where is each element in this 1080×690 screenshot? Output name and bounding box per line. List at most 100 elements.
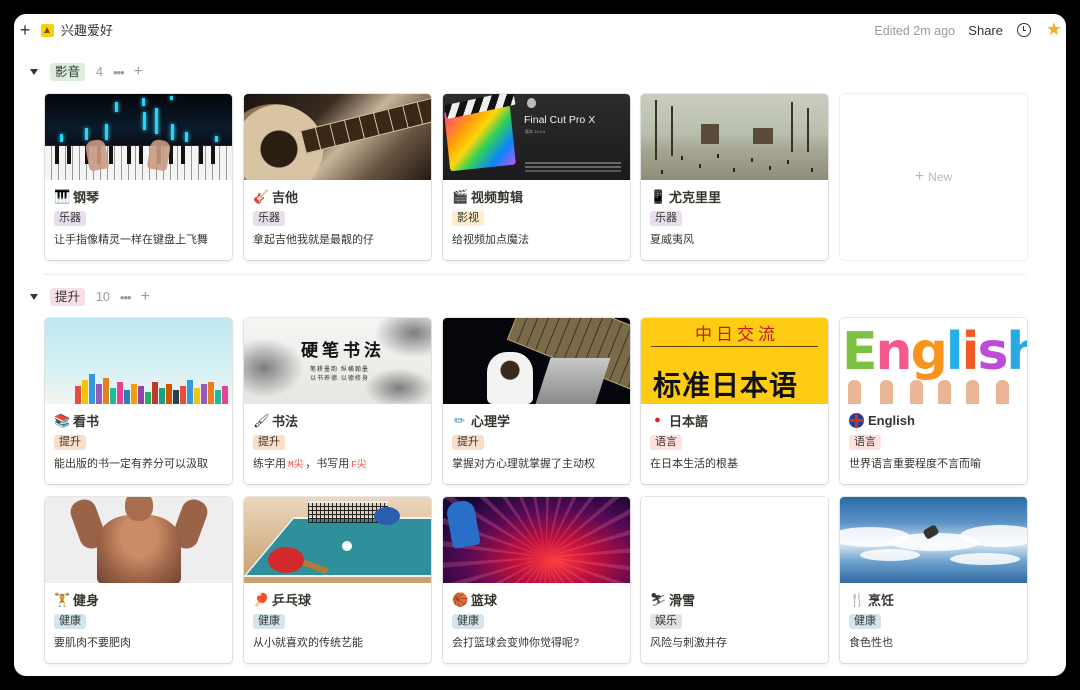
collapse-caret-icon[interactable]: [30, 68, 38, 76]
card-description: 世界语言重要程度不言而喻: [849, 458, 981, 470]
card-video-editing[interactable]: Final Cut Pro X 版本 10.4.9 🎬 视频剪辑 影视 给视频加点…: [443, 94, 630, 260]
card-title: 日本語: [669, 413, 709, 429]
card-cooking[interactable]: 🍴 烹饪 健康 食色性也: [840, 497, 1027, 663]
card-tag: 娱乐: [650, 614, 682, 629]
inline-code: M尖: [286, 459, 306, 470]
card-guitar[interactable]: 🎸 吉他 乐器 拿起吉他我就是最靓的仔: [244, 94, 431, 260]
group-label: 提升: [50, 288, 86, 306]
card-title: 尤克里里: [669, 189, 722, 205]
card-description: 夏威夷风: [650, 234, 694, 246]
new-card-button[interactable]: + New: [840, 94, 1027, 260]
card-cover-image: [443, 318, 630, 404]
card-title: 看书: [73, 413, 100, 429]
phone-icon: 📱: [650, 188, 667, 204]
group-count: 4: [96, 65, 103, 79]
share-button[interactable]: Share: [968, 22, 1003, 39]
card-description: 风险与刺激并存: [650, 637, 727, 649]
card-description: 从小就喜欢的传统艺能: [253, 637, 363, 649]
warning-icon: [41, 24, 54, 37]
card-description: 食色性也: [849, 637, 893, 649]
card-cover-image: English: [840, 318, 1027, 404]
ping-pong-icon: 🏓: [253, 591, 270, 607]
card-english[interactable]: English English 语言 世界语言重要程度不言而喻: [840, 318, 1027, 484]
uk-flag-icon: [849, 412, 864, 428]
collapse-caret-icon[interactable]: [30, 293, 38, 301]
card-title: 乒乓球: [272, 592, 312, 608]
new-card-label: New: [928, 170, 953, 184]
japan-flag-icon: ●: [654, 413, 661, 426]
card-fitness[interactable]: 🏋 健身 健康 要肌肉不要肥肉: [45, 497, 232, 663]
plus-icon: +: [914, 168, 925, 185]
paintbrush-icon: 🖌: [253, 412, 270, 428]
card-calligraphy[interactable]: 硬笔书法 笔耕墨韵 纵横翰墨 以书养德 以德修身 🖌 书法 提升 练字用 M尖 ，书写用…: [244, 318, 431, 484]
card-skiing[interactable]: ⛷ 滑雪 娱乐 风险与刺激并存: [641, 497, 828, 663]
card-cover-image: [244, 497, 431, 583]
card-tag: 乐器: [253, 211, 285, 226]
apple-logo-icon: [527, 98, 536, 108]
more-icon[interactable]: •••: [120, 290, 132, 305]
card-title: 烹饪: [868, 592, 895, 608]
card-description: 在日本生活的根基: [650, 458, 738, 470]
skier-icon: ⛷: [650, 591, 667, 607]
add-icon[interactable]: +: [134, 64, 143, 80]
card-title: 滑雪: [669, 592, 696, 608]
card-cover-image: [244, 94, 431, 180]
card-title: 钢琴: [73, 189, 100, 205]
card-tag: 语言: [650, 435, 682, 450]
card-cover-image: [443, 497, 630, 583]
group-header-yingyin: 影音 4 ••• +: [30, 62, 143, 82]
top-bar: + 兴趣爱好 Edited 2m ago Share ★: [14, 14, 1066, 48]
group-label: 影音: [50, 63, 86, 81]
card-tag: 健康: [54, 614, 86, 629]
card-title: 视频剪辑: [471, 189, 524, 205]
card-tag: 健康: [849, 614, 881, 629]
card-cover-image: [45, 94, 232, 180]
card-title: 篮球: [471, 592, 498, 608]
clock-icon[interactable]: [1017, 23, 1031, 37]
card-tag: 影视: [452, 211, 484, 226]
card-reading[interactable]: 📚 看书 提升 能出版的书一定有养分可以汲取: [45, 318, 232, 484]
card-description: 能出版的书一定有养分可以汲取: [54, 458, 208, 470]
card-table-tennis[interactable]: 🏓 乒乓球 健康 从小就喜欢的传统艺能: [244, 497, 431, 663]
card-basketball[interactable]: 🏀 篮球 健康 会打篮球会变帅你觉得呢?: [443, 497, 630, 663]
weightlifter-icon: 🏋: [54, 591, 71, 607]
card-description: 练字用 M尖 ，书写用 F尖: [253, 458, 369, 470]
add-icon[interactable]: +: [141, 289, 150, 305]
card-cover-image: 硬笔书法 笔耕墨韵 纵横翰墨 以书养德 以德修身: [244, 318, 431, 404]
cover-text: 中日交流: [695, 325, 779, 345]
card-piano[interactable]: 🎹 钢琴 乐器 让手指像精灵一样在键盘上飞舞: [45, 94, 232, 260]
add-page-icon[interactable]: +: [18, 20, 32, 40]
clapperboard-icon: 🎬: [452, 188, 469, 204]
more-icon[interactable]: •••: [113, 65, 125, 80]
card-ukulele[interactable]: 📱 尤克里里 乐器 夏威夷风: [641, 94, 828, 260]
card-title: 书法: [272, 413, 299, 429]
cover-text: 笔耕墨韵 纵横翰墨: [310, 366, 369, 373]
card-title: 健身: [73, 592, 100, 608]
card-tag: 提升: [452, 435, 484, 450]
card-tag: 健康: [253, 614, 285, 629]
card-cover-image: Final Cut Pro X 版本 10.4.9: [443, 94, 630, 180]
fork-knife-icon: 🍴: [849, 591, 866, 607]
guitar-icon: 🎸: [253, 188, 270, 204]
card-psychology[interactable]: ✏ 心理学 提升 掌握对方心理就掌握了主动权: [443, 318, 630, 484]
inline-code: F尖: [349, 459, 369, 470]
page-title[interactable]: 兴趣爱好: [61, 22, 113, 39]
edited-timestamp: Edited 2m ago: [874, 24, 955, 38]
star-icon[interactable]: ★: [1045, 19, 1063, 39]
group-header-tisheng: 提升 10 ••• +: [30, 287, 150, 307]
card-title: 心理学: [471, 413, 511, 429]
card-tag: 语言: [849, 435, 881, 450]
cover-text: 硬笔书法: [301, 341, 385, 361]
card-title: 吉他: [272, 189, 299, 205]
group-count: 10: [96, 290, 110, 304]
card-cover-image: 中日交流 标准日本语: [641, 318, 828, 404]
card-tag: 提升: [253, 435, 285, 450]
app-window: + 兴趣爱好 Edited 2m ago Share ★ 影音 4 ••• +: [14, 14, 1066, 676]
books-icon: 📚: [54, 412, 71, 428]
card-tag: 乐器: [650, 211, 682, 226]
card-cover-image: [45, 497, 232, 583]
cover-text: Final Cut Pro X: [524, 114, 596, 126]
card-japanese[interactable]: 中日交流 标准日本语 ● 日本語 语言 在日本生活的根基: [641, 318, 828, 484]
card-description: 要肌肉不要肥肉: [54, 637, 131, 649]
basketball-icon: 🏀: [452, 591, 469, 607]
